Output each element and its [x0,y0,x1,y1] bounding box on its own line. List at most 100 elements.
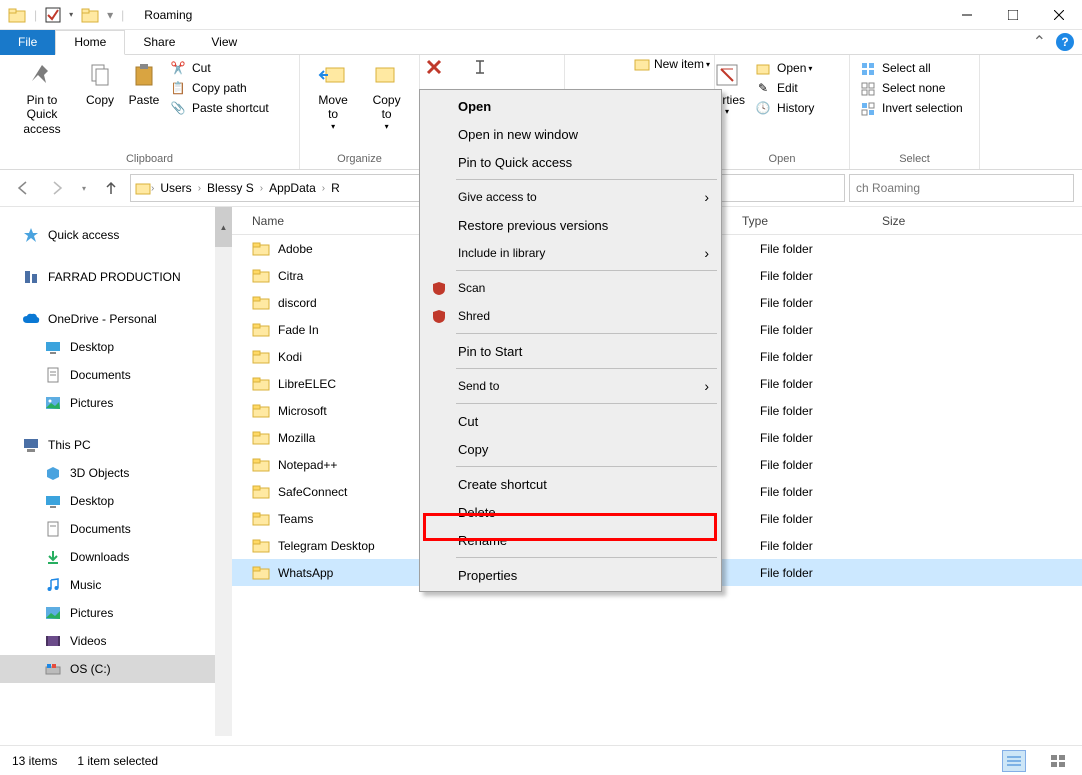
pc-icon [22,436,40,454]
ctx-pin-quick[interactable]: Pin to Quick access [422,148,719,176]
ctx-open-new-window[interactable]: Open in new window [422,120,719,148]
ctx-properties[interactable]: Properties [422,561,719,589]
folder-icon [252,483,270,501]
documents-icon [44,520,62,538]
search-input[interactable]: ch Roaming [849,174,1074,202]
minimize-button[interactable] [944,0,990,30]
file-tab[interactable]: File [0,30,55,55]
equals-icon: ▾ [107,8,113,22]
up-button[interactable] [96,174,126,202]
paste-shortcut-icon: 📎 [170,101,186,117]
new-item-label[interactable]: New item [654,57,704,71]
file-type: File folder [760,566,900,580]
copy-path-button[interactable]: 📋Copy path [166,79,273,99]
ctx-delete[interactable]: Delete [422,498,719,526]
ctx-pin-start[interactable]: Pin to Start [422,337,719,365]
copy-to-button[interactable]: Copy to▾ [360,57,413,133]
ctx-open[interactable]: Open [422,92,719,120]
open-button[interactable]: Open▾ [751,59,818,79]
select-all-button[interactable]: Select all [856,59,973,79]
column-size[interactable]: Size [882,214,962,228]
sidebar-item-desktop[interactable]: Desktop [0,487,232,515]
sidebar-item-documents[interactable]: Documents [0,515,232,543]
organize-group-label: Organize [306,153,413,167]
select-none-button[interactable]: Select none [856,79,973,99]
home-tab[interactable]: Home [55,30,125,55]
open-group-label: Open [721,153,843,167]
drive-icon [44,660,62,678]
copy-icon [84,59,116,91]
column-type[interactable]: Type [742,214,882,228]
documents-icon [44,366,62,384]
nav-scrollbar[interactable] [215,207,232,736]
status-item-count: 13 items [12,754,57,768]
mcafee-icon [430,279,448,297]
folder-icon [252,321,270,339]
checkbox-icon[interactable] [45,7,61,23]
chevron-right-icon: › [704,378,709,394]
edit-button[interactable]: ✎Edit [751,79,818,99]
invert-selection-button[interactable]: Invert selection [856,99,973,119]
sidebar-item-od-desktop[interactable]: Desktop [0,333,232,361]
ctx-restore[interactable]: Restore previous versions [422,211,719,239]
pin-quick-access-button[interactable]: Pin to Quick access [6,57,78,138]
sidebar-item-od-documents[interactable]: Documents [0,361,232,389]
breadcrumb[interactable]: Users [154,181,197,195]
qat-dropdown-icon[interactable]: ▾ [69,10,73,19]
folder-icon [252,456,270,474]
ctx-give-access[interactable]: Give access to› [422,183,719,211]
copy-button[interactable]: Copy [78,57,122,109]
paste-shortcut-button[interactable]: 📎Paste shortcut [166,99,273,119]
ctx-cut[interactable]: Cut [422,407,719,435]
sidebar-item-onedrive[interactable]: OneDrive - Personal [0,305,232,333]
thumbnails-view-button[interactable] [1046,750,1070,772]
cut-icon: ✂️ [170,61,186,77]
sidebar-item-quick-access[interactable]: Quick access [0,221,232,249]
ctx-scan[interactable]: Scan [422,274,719,302]
navigation-pane: Quick access FARRAD PRODUCTION OneDrive … [0,207,232,736]
pictures-icon [44,394,62,412]
qat-separator: | [34,8,37,22]
ctx-include-library[interactable]: Include in library› [422,239,719,267]
share-tab[interactable]: Share [125,30,193,55]
sidebar-item-downloads[interactable]: Downloads [0,543,232,571]
sidebar-item-osc[interactable]: OS (C:) [0,655,232,683]
sidebar-item-farrad[interactable]: FARRAD PRODUCTION [0,263,232,291]
cut-button[interactable]: ✂️Cut [166,59,273,79]
sidebar-item-this-pc[interactable]: This PC [0,431,232,459]
move-to-button[interactable]: Move to▾ [306,57,360,133]
nav-scroll-up[interactable]: ▲ [215,207,232,247]
close-button[interactable] [1036,0,1082,30]
breadcrumb[interactable]: Blessy S [201,181,260,195]
folder-icon [8,6,26,24]
details-view-button[interactable] [1002,750,1026,772]
chevron-right-icon: › [704,245,709,261]
file-type: File folder [760,377,900,391]
sidebar-item-3d[interactable]: 3D Objects [0,459,232,487]
recent-locations-button[interactable]: ▾ [76,174,92,202]
history-button[interactable]: 🕓History [751,99,818,119]
breadcrumb[interactable]: R [325,181,346,195]
maximize-button[interactable] [990,0,1036,30]
chevron-right-icon: › [704,189,709,205]
sidebar-item-music[interactable]: Music [0,571,232,599]
sidebar-item-pictures[interactable]: Pictures [0,599,232,627]
folder-icon [252,537,270,555]
file-type: File folder [760,485,900,499]
ctx-copy[interactable]: Copy [422,435,719,463]
paste-button[interactable]: Paste [122,57,166,109]
pin-icon [26,59,58,91]
sidebar-item-od-pictures[interactable]: Pictures [0,389,232,417]
view-tab[interactable]: View [193,30,255,55]
pictures-icon [44,604,62,622]
collapse-ribbon-icon[interactable]: ⌃ [1033,32,1046,52]
back-button[interactable] [8,174,38,202]
breadcrumb[interactable]: AppData [263,181,322,195]
ctx-shred[interactable]: Shred [422,302,719,330]
ctx-rename[interactable]: Rename [422,526,719,554]
forward-button[interactable] [42,174,72,202]
help-icon[interactable]: ? [1056,33,1074,51]
ctx-send-to[interactable]: Send to› [422,372,719,400]
sidebar-item-videos[interactable]: Videos [0,627,232,655]
ctx-create-shortcut[interactable]: Create shortcut [422,470,719,498]
